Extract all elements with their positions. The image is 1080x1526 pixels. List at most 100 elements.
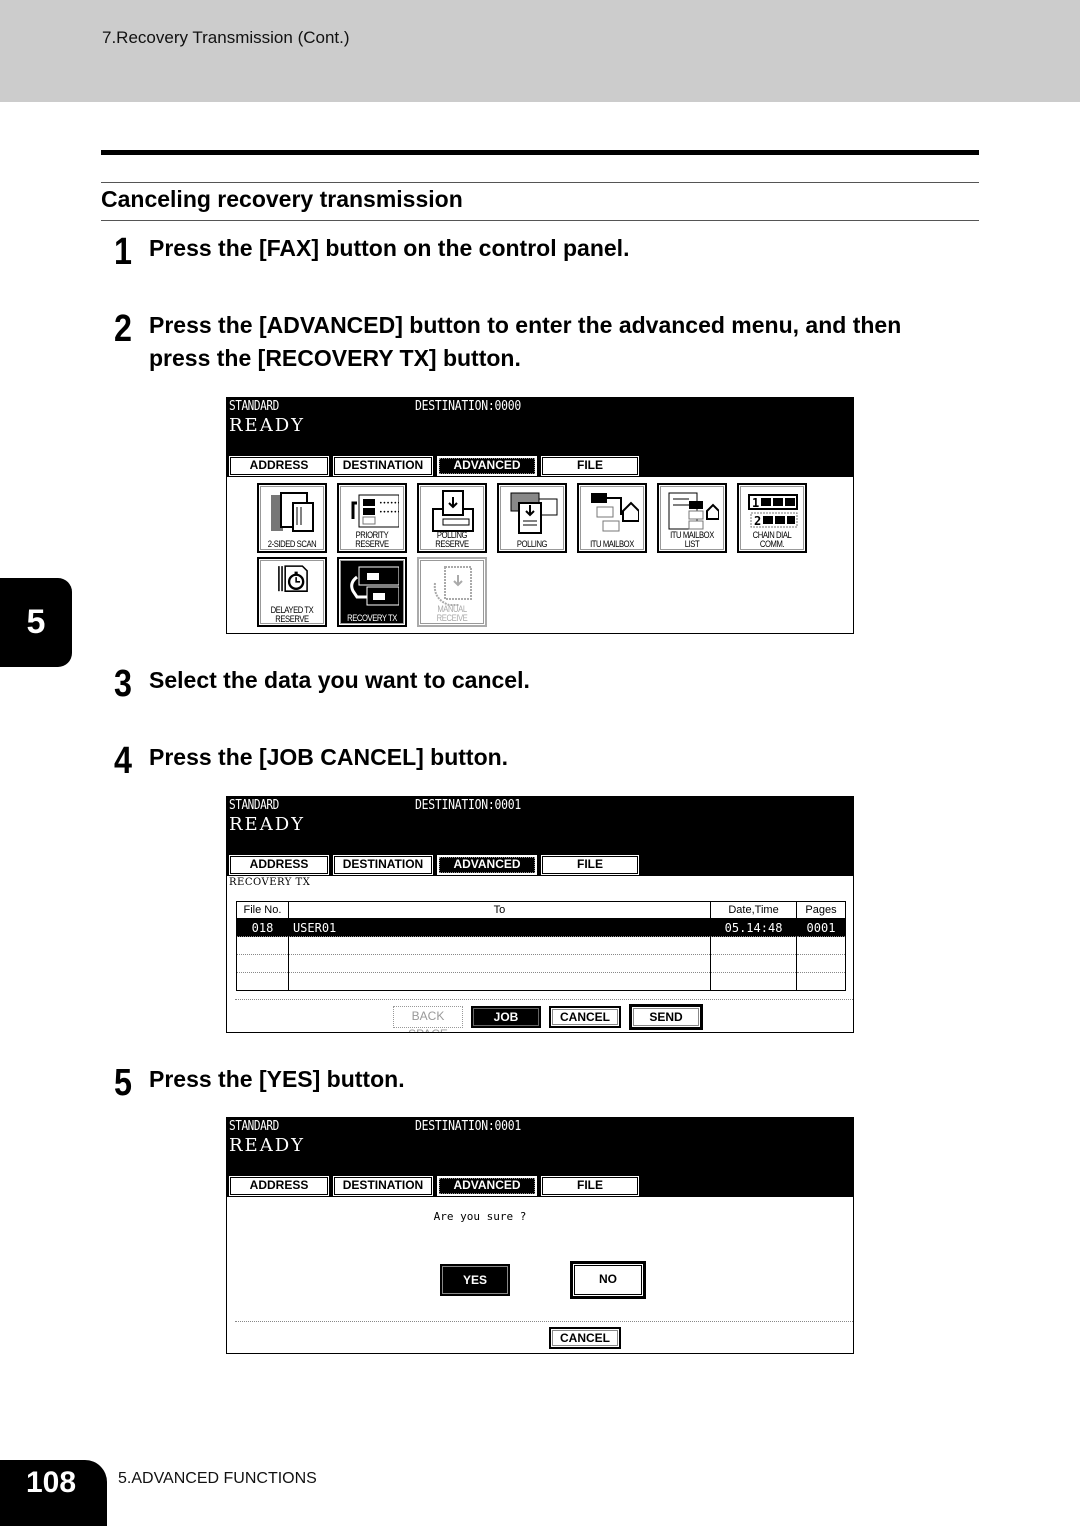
priority-reserve-button[interactable]: •••••• •••••• PRIORITY RESERVE (337, 483, 407, 553)
step-text: Press the [YES] button. (149, 1066, 405, 1092)
polling-icon (510, 492, 558, 534)
action-bar: BACK SPACE JOB CANCEL CANCEL SEND (393, 1004, 703, 1032)
screen-header: STANDARD DESTINATION:0001 READY ADDRESS … (227, 797, 853, 876)
chain-dial-comm-button[interactable]: 12 CHAIN DIAL COMM. (737, 483, 807, 553)
itu-mailbox-icon (591, 493, 639, 532)
section-rule-top (101, 182, 979, 183)
svg-text:1: 1 (752, 496, 759, 510)
table-row[interactable] (236, 954, 846, 973)
tab-file[interactable]: FILE (541, 456, 639, 476)
polling-reserve-icon (432, 490, 474, 532)
divider (235, 999, 853, 1000)
running-head: 7.Recovery Transmission (Cont.) (102, 28, 350, 47)
cell-file-no: 018 (236, 918, 289, 937)
step-text-cont: press the [RECOVERY TX] button. (149, 345, 521, 371)
fax-screen-confirm-dialog: STANDARD DESTINATION:0001 READY ADDRESS … (226, 1117, 854, 1354)
tab-bar: ADDRESS DESTINATION ADVANCED FILE (229, 1176, 639, 1196)
column-header-file-no: File No. (236, 901, 289, 919)
tab-destination[interactable]: DESTINATION (333, 456, 433, 476)
screen-header: STANDARD DESTINATION:0000 READY ADDRESS … (227, 398, 853, 477)
job-cancel-button[interactable]: JOB CANCEL (471, 1006, 541, 1032)
tab-bar: ADDRESS DESTINATION ADVANCED FILE (229, 456, 639, 476)
step-text: Press the [ADVANCED] button to enter the… (149, 312, 902, 338)
mode-label: STANDARD (229, 1119, 279, 1134)
svg-text:••••••: •••••• (379, 509, 399, 516)
table-row-selected[interactable]: 018 USER01 05.14:48 0001 (236, 918, 846, 937)
destination-count: DESTINATION:0000 (415, 399, 521, 414)
divider (235, 1321, 853, 1322)
polling-button[interactable]: POLLING (497, 483, 567, 553)
status-text: READY (229, 814, 306, 835)
destination-count: DESTINATION:0001 (415, 798, 521, 813)
tab-address[interactable]: ADDRESS (229, 855, 329, 875)
cell-date-time (710, 972, 797, 991)
table-row[interactable] (236, 972, 846, 991)
itu-mailbox-list-icon (668, 492, 719, 530)
tab-destination[interactable]: DESTINATION (333, 1176, 433, 1196)
recovery-tx-icon (350, 566, 399, 606)
delayed-tx-reserve-button[interactable]: DELAYED TX RESERVE (257, 557, 327, 627)
tab-advanced[interactable]: ADVANCED (437, 456, 537, 476)
recovery-tx-table: File No. To Date,Time Pages 018 USER01 0… (236, 901, 846, 991)
tab-address[interactable]: ADDRESS (229, 1176, 329, 1196)
back-space-button: BACK SPACE (393, 1006, 463, 1032)
icon-label: POLLING (516, 539, 548, 549)
tab-advanced[interactable]: ADVANCED (437, 1176, 537, 1196)
cell-file-no (236, 936, 289, 955)
cancel-button[interactable]: CANCEL (549, 1327, 621, 1349)
no-button[interactable]: NO (570, 1261, 646, 1299)
chain-dial-icon: 12 (748, 494, 798, 528)
manual-receive-icon (433, 566, 472, 606)
fax-screen-recovery-tx-list: STANDARD DESTINATION:0001 READY ADDRESS … (226, 796, 854, 1033)
tab-file[interactable]: FILE (541, 1176, 639, 1196)
icon-label: MANUAL RECEIVE (436, 604, 468, 623)
icon-label: 2-SIDED SCAN (267, 539, 317, 549)
recovery-tx-button[interactable]: RECOVERY TX (337, 557, 407, 627)
status-text: READY (229, 1135, 306, 1156)
icon-label-line: RESERVE (275, 614, 309, 624)
tab-advanced[interactable]: ADVANCED (437, 855, 537, 875)
cell-date-time: 05.14:48 (710, 918, 797, 937)
chapter-label: 5.ADVANCED FUNCTIONS (118, 1470, 317, 1487)
cancel-button[interactable]: CANCEL (549, 1006, 621, 1028)
svg-text:••••••: •••••• (379, 500, 399, 507)
cell-to (287, 972, 712, 991)
status-text: READY (229, 415, 306, 436)
itu-mailbox-button[interactable]: ITU MAILBOX (577, 483, 647, 553)
cell-to (287, 954, 712, 973)
cell-date-time (710, 954, 797, 973)
tab-destination[interactable]: DESTINATION (333, 855, 433, 875)
tab-address[interactable]: ADDRESS (229, 456, 329, 476)
cell-to (287, 936, 712, 955)
screen-section-label: RECOVERY TX (229, 877, 311, 888)
icon-label: POLLING RESERVE (435, 530, 469, 549)
mode-label: STANDARD (229, 399, 279, 414)
table-row[interactable] (236, 936, 846, 955)
svg-text:2: 2 (754, 514, 761, 528)
column-header-date-time: Date,Time (710, 901, 797, 919)
icon-label: CHAIN DIAL COMM. (752, 530, 792, 549)
icon-label: RECOVERY TX (347, 613, 397, 623)
tab-file[interactable]: FILE (541, 855, 639, 875)
icon-label: ITU MAILBOX LIST (670, 530, 714, 549)
yes-button[interactable]: YES (440, 1264, 510, 1296)
two-sided-scan-button[interactable]: 2-SIDED SCAN (257, 483, 327, 553)
delayed-tx-icon (278, 565, 308, 592)
itu-mailbox-list-button[interactable]: ITU MAILBOX LIST (657, 483, 727, 553)
destination-count: DESTINATION:0001 (415, 1119, 521, 1134)
cell-file-no (236, 972, 289, 991)
two-sided-scan-icon (271, 492, 314, 532)
polling-reserve-button[interactable]: POLLING RESERVE (417, 483, 487, 553)
column-header-pages: Pages (796, 901, 846, 919)
section-title: Canceling recovery transmission (101, 186, 463, 212)
mode-label: STANDARD (229, 798, 279, 813)
cell-pages: 0001 (796, 918, 846, 937)
step-number: 1 (114, 231, 132, 273)
cell-to: USER01 (287, 918, 712, 937)
cell-pages (796, 936, 846, 955)
chapter-tab: 5 (0, 578, 72, 667)
column-header-to: To (287, 901, 712, 919)
send-button[interactable]: SEND (629, 1004, 703, 1030)
heading-rule (101, 150, 979, 155)
step-text: Press the [JOB CANCEL] button. (149, 744, 509, 770)
